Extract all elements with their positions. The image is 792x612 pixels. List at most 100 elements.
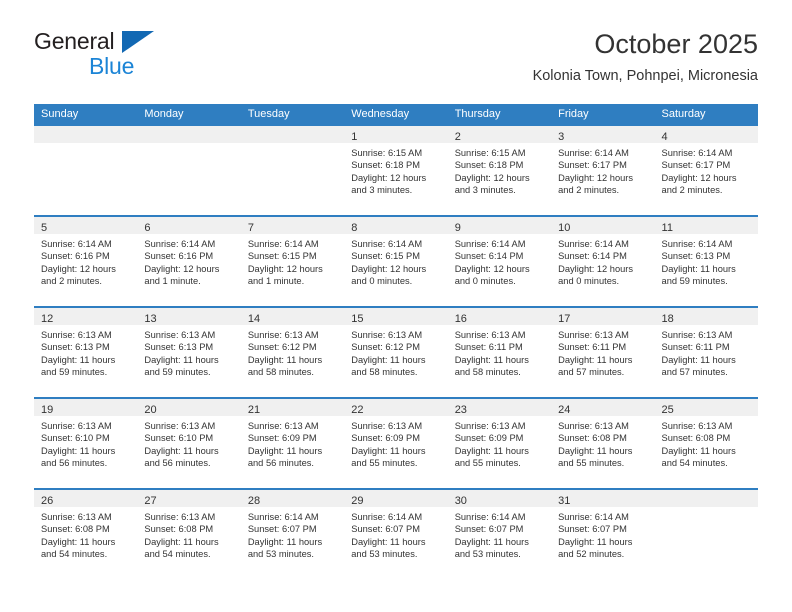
- calendar-day-cell[interactable]: 15 Sunrise: 6:13 AM Sunset: 6:12 PM Dayligh…: [344, 308, 448, 397]
- day-detail-line: Sunset: 6:10 PM: [144, 433, 214, 444]
- calendar-day-cell[interactable]: 17 Sunrise: 6:13 AM Sunset: 6:11 PM Dayligh…: [551, 308, 655, 397]
- calendar-day-cell[interactable]: 25 Sunrise: 6:13 AM Sunset: 6:08 PM Dayligh…: [654, 399, 758, 488]
- day-details: [241, 143, 344, 147]
- day-detail-line: and 55 minutes.: [351, 457, 418, 468]
- day-detail-line: Sunrise: 6:13 AM: [41, 512, 112, 522]
- calendar-day-cell[interactable]: 26 Sunrise: 6:13 AM Sunset: 6:08 PM Dayligh…: [34, 490, 138, 579]
- day-details: Sunrise: 6:13 AM Sunset: 6:11 PM Daylight:…: [448, 325, 551, 378]
- calendar-day-cell[interactable]: 30 Sunrise: 6:14 AM Sunset: 6:07 PM Dayligh…: [447, 490, 552, 579]
- day-number-bar: 3: [551, 126, 655, 143]
- calendar-day-cell[interactable]: 21 Sunrise: 6:13 AM Sunset: 6:09 PM Dayligh…: [240, 399, 345, 488]
- calendar-day-cell[interactable]: 8 Sunrise: 6:14 AM Sunset: 6:15 PM Daylight…: [344, 217, 448, 306]
- day-number: 13: [144, 313, 157, 325]
- day-number: 14: [247, 313, 261, 325]
- day-details: Sunrise: 6:14 AM Sunset: 6:14 PM Daylight:…: [551, 234, 654, 287]
- day-detail-line: Sunset: 6:07 PM: [247, 524, 317, 535]
- title-block: October 2025 Kolonia Town, Pohnpei, Micr…: [533, 27, 758, 86]
- weekday-header-sunday: Sunday: [41, 108, 79, 120]
- calendar-day-cell[interactable]: 16 Sunrise: 6:13 AM Sunset: 6:11 PM Dayligh…: [447, 308, 552, 397]
- day-detail-line: Sunrise: 6:13 AM: [661, 330, 733, 340]
- day-number: 25: [661, 404, 674, 416]
- weekday-header-saturday: Saturday: [661, 108, 706, 120]
- day-details: Sunrise: 6:13 AM Sunset: 6:08 PM Daylight:…: [655, 416, 758, 469]
- day-detail-line: Sunrise: 6:14 AM: [558, 512, 629, 522]
- day-detail-line: and 2 minutes.: [661, 184, 723, 195]
- day-detail-line: and 2 minutes.: [41, 275, 102, 286]
- day-number-bar: 29: [344, 490, 448, 507]
- brand-logo[interactable]: General Blue: [34, 28, 274, 88]
- day-details: Sunrise: 6:13 AM Sunset: 6:12 PM Daylight:…: [344, 325, 447, 378]
- day-detail-line: and 53 minutes.: [351, 548, 418, 559]
- day-detail-line: Daylight: 11 hours: [144, 445, 219, 456]
- day-detail-line: Daylight: 11 hours: [558, 354, 633, 365]
- calendar-day-cell[interactable]: 31 Sunrise: 6:14 AM Sunset: 6:07 PM Dayligh…: [551, 490, 655, 579]
- day-detail-line: Daylight: 11 hours: [41, 445, 116, 456]
- day-detail-line: and 0 minutes.: [558, 275, 620, 286]
- day-detail-line: Daylight: 11 hours: [247, 445, 323, 456]
- day-number-bar: 10: [551, 217, 655, 234]
- calendar-day-cell[interactable]: 27 Sunrise: 6:13 AM Sunset: 6:08 PM Dayligh…: [137, 490, 241, 579]
- day-detail-line: Sunset: 6:07 PM: [558, 524, 627, 535]
- calendar-day-cell[interactable]: 29 Sunrise: 6:14 AM Sunset: 6:07 PM Dayligh…: [344, 490, 448, 579]
- calendar-day-cell[interactable]: 13 Sunrise: 6:13 AM Sunset: 6:13 PM Dayligh…: [137, 308, 241, 397]
- calendar-day-cell[interactable]: 5 Sunrise: 6:14 AM Sunset: 6:16 PM Daylight…: [34, 217, 138, 306]
- calendar-day-cell[interactable]: 1 Sunrise: 6:15 AM Sunset: 6:18 PM Daylight…: [344, 126, 448, 215]
- calendar-day-cell[interactable]: 3 Sunrise: 6:14 AM Sunset: 6:17 PM Daylight…: [551, 126, 655, 215]
- day-detail-line: Sunrise: 6:14 AM: [247, 512, 319, 522]
- day-number: 11: [661, 222, 673, 234]
- day-detail-line: Daylight: 12 hours: [41, 263, 116, 274]
- calendar-week-row: 1 Sunrise: 6:15 AM Sunset: 6:18 PM Daylight…: [34, 126, 758, 215]
- calendar-day-cell[interactable]: 12 Sunrise: 6:13 AM Sunset: 6:13 PM Dayligh…: [34, 308, 138, 397]
- day-number: 1: [351, 131, 358, 143]
- calendar-day-cell-empty: [240, 126, 345, 215]
- day-detail-line: Sunset: 6:14 PM: [454, 251, 524, 262]
- day-detail-line: and 53 minutes.: [247, 548, 314, 559]
- day-detail-line: Daylight: 12 hours: [454, 263, 530, 274]
- day-detail-line: Daylight: 11 hours: [558, 445, 633, 456]
- day-number-bar: 24: [551, 399, 655, 416]
- calendar-day-cell[interactable]: 11 Sunrise: 6:14 AM Sunset: 6:13 PM Dayligh…: [654, 217, 758, 306]
- calendar-day-cell[interactable]: 9 Sunrise: 6:14 AM Sunset: 6:14 PM Daylight…: [447, 217, 552, 306]
- brand-line1-row: General: [34, 28, 274, 54]
- day-detail-line: Sunrise: 6:13 AM: [454, 421, 526, 431]
- calendar-day-cell[interactable]: 22 Sunrise: 6:13 AM Sunset: 6:09 PM Dayligh…: [344, 399, 448, 488]
- day-detail-line: Daylight: 12 hours: [558, 172, 634, 183]
- calendar-day-cell-empty: [137, 126, 241, 215]
- calendar-day-cell[interactable]: 18 Sunrise: 6:13 AM Sunset: 6:11 PM Dayligh…: [654, 308, 758, 397]
- page-subtitle: Kolonia Town, Pohnpei, Micronesia: [532, 68, 758, 84]
- day-detail-line: and 55 minutes.: [454, 457, 521, 468]
- day-detail-line: and 59 minutes.: [144, 366, 211, 377]
- calendar-day-cell[interactable]: 7 Sunrise: 6:14 AM Sunset: 6:15 PM Daylight…: [240, 217, 345, 306]
- calendar-day-cell[interactable]: 14 Sunrise: 6:13 AM Sunset: 6:12 PM Dayligh…: [240, 308, 345, 397]
- day-details: Sunrise: 6:13 AM Sunset: 6:09 PM Daylight:…: [344, 416, 447, 469]
- day-number-bar: 30: [447, 490, 552, 507]
- day-detail-line: Sunrise: 6:13 AM: [144, 330, 216, 340]
- day-detail-line: Sunrise: 6:13 AM: [144, 421, 216, 431]
- day-number: 24: [558, 404, 571, 416]
- brand-line2-text: Blue: [89, 53, 135, 79]
- day-detail-line: and 57 minutes.: [558, 366, 625, 377]
- day-number-bar: [240, 126, 345, 143]
- calendar-day-cell[interactable]: 6 Sunrise: 6:14 AM Sunset: 6:16 PM Daylight…: [137, 217, 241, 306]
- calendar-day-cell[interactable]: 20 Sunrise: 6:13 AM Sunset: 6:10 PM Dayligh…: [137, 399, 241, 488]
- calendar-day-cell[interactable]: 4 Sunrise: 6:14 AM Sunset: 6:17 PM Daylight…: [654, 126, 758, 215]
- day-detail-line: Sunrise: 6:13 AM: [351, 330, 423, 340]
- day-detail-line: and 54 minutes.: [144, 548, 211, 559]
- day-number-bar: 15: [344, 308, 448, 325]
- day-details: Sunrise: 6:13 AM Sunset: 6:10 PM Daylight:…: [137, 416, 240, 469]
- day-detail-line: and 57 minutes.: [661, 366, 728, 377]
- day-details: Sunrise: 6:15 AM Sunset: 6:18 PM Daylight:…: [344, 143, 447, 196]
- calendar-day-cell[interactable]: 23 Sunrise: 6:13 AM Sunset: 6:09 PM Dayligh…: [447, 399, 552, 488]
- calendar-day-cell[interactable]: 19 Sunrise: 6:13 AM Sunset: 6:10 PM Dayligh…: [34, 399, 138, 488]
- day-detail-line: Daylight: 11 hours: [454, 536, 529, 547]
- day-detail-line: Sunrise: 6:14 AM: [661, 148, 733, 158]
- day-number-bar: 6: [137, 217, 241, 234]
- calendar-day-cell[interactable]: 10 Sunrise: 6:14 AM Sunset: 6:14 PM Dayligh…: [551, 217, 655, 306]
- day-number: 10: [558, 222, 571, 234]
- calendar-day-cell[interactable]: 28 Sunrise: 6:14 AM Sunset: 6:07 PM Dayligh…: [240, 490, 345, 579]
- day-detail-line: and 3 minutes.: [454, 184, 516, 195]
- calendar-day-cell[interactable]: 24 Sunrise: 6:13 AM Sunset: 6:08 PM Dayligh…: [551, 399, 655, 488]
- calendar-day-cell[interactable]: 2 Sunrise: 6:15 AM Sunset: 6:18 PM Daylight…: [447, 126, 552, 215]
- day-detail-line: Daylight: 11 hours: [454, 354, 529, 365]
- day-detail-line: Sunset: 6:15 PM: [247, 251, 317, 262]
